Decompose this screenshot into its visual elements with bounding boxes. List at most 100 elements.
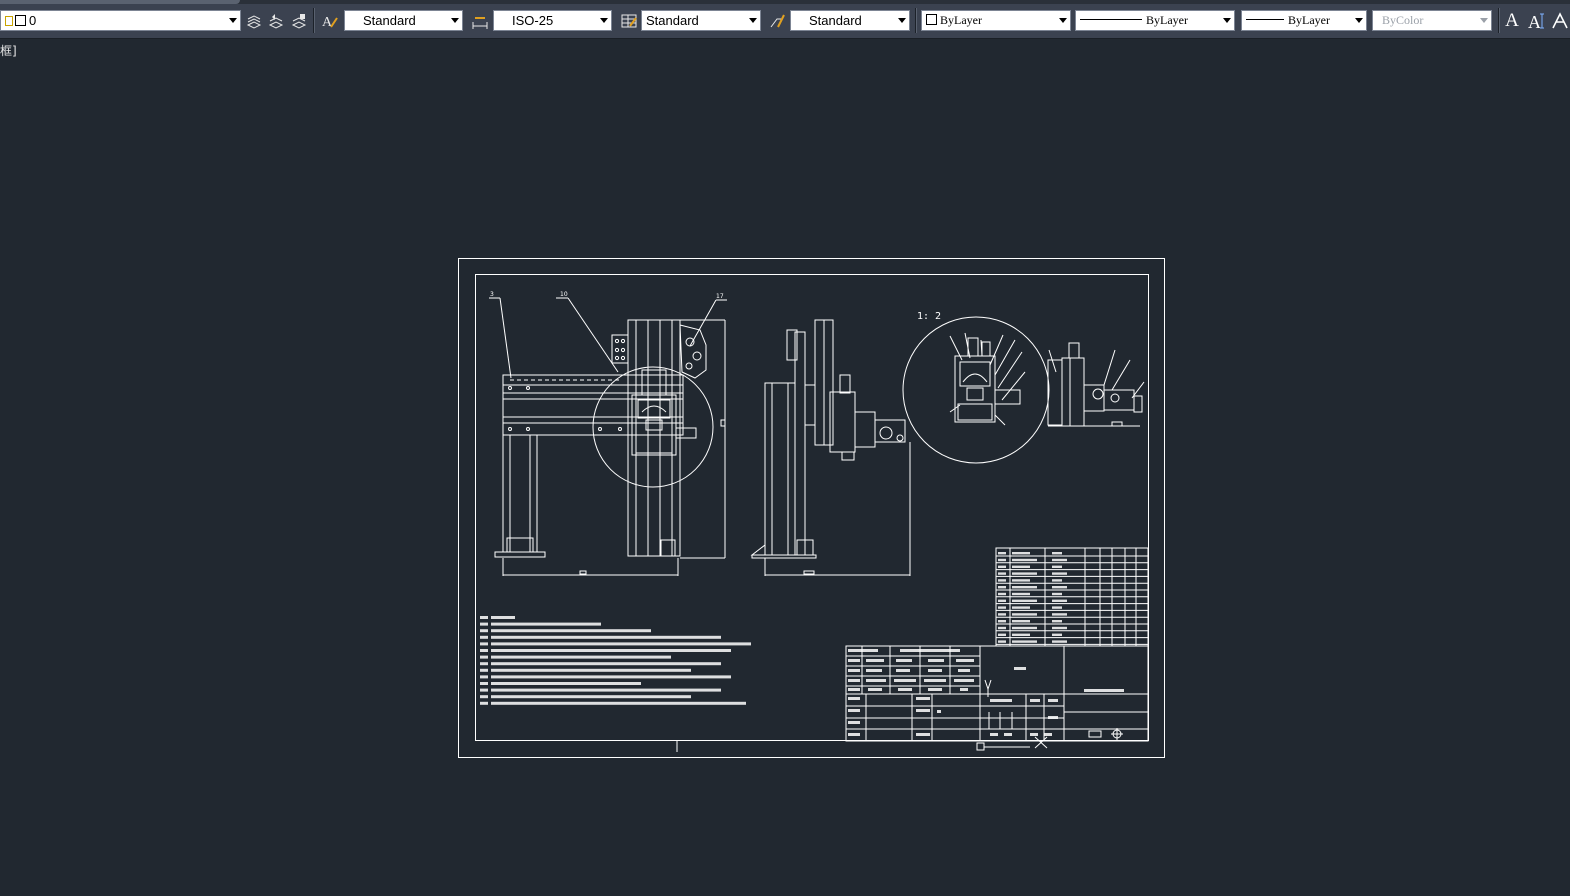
illegible-text — [1012, 599, 1037, 602]
illegible-text — [1052, 613, 1067, 616]
illegible-text — [1012, 640, 1037, 643]
illegible-text — [848, 659, 860, 662]
illegible-text — [954, 679, 974, 682]
illegible-text — [491, 701, 746, 705]
illegible-text — [916, 733, 930, 736]
illegible-text — [848, 679, 860, 682]
illegible-text — [960, 688, 968, 691]
balloon-label-3: 3 — [490, 291, 494, 298]
illegible-text — [491, 668, 691, 672]
illegible-text — [1012, 565, 1030, 568]
illegible-text — [491, 616, 515, 619]
illegible-text — [866, 659, 884, 662]
illegible-text — [480, 635, 488, 639]
illegible-text — [848, 688, 860, 691]
balloon-label-17: 17 — [716, 293, 724, 300]
illegible-text — [491, 655, 671, 659]
illegible-text — [1014, 667, 1026, 670]
illegible-text — [928, 688, 942, 691]
illegible-text — [1048, 699, 1058, 702]
illegible-text — [1052, 640, 1067, 643]
illegible-text — [1052, 552, 1062, 555]
illegible-text — [1052, 565, 1062, 568]
illegible-text — [998, 640, 1006, 643]
illegible-text — [1030, 699, 1040, 702]
illegible-text — [480, 629, 488, 633]
illegible-text — [998, 552, 1006, 555]
illegible-text — [480, 688, 488, 692]
illegible-text — [1052, 572, 1067, 575]
illegible-text — [1012, 586, 1037, 589]
illegible-text — [1052, 633, 1062, 636]
illegible-text — [900, 649, 960, 652]
illegible-text — [480, 642, 488, 646]
illegible-text — [480, 616, 488, 619]
illegible-text — [896, 659, 912, 662]
illegible-text — [990, 733, 998, 736]
side-view — [750, 319, 911, 576]
title-block-text — [848, 649, 1124, 736]
illegible-text — [848, 649, 878, 652]
illegible-text — [998, 586, 1006, 589]
illegible-text — [1012, 552, 1030, 555]
illegible-text — [1004, 733, 1012, 736]
illegible-text — [480, 675, 488, 679]
illegible-text — [998, 613, 1006, 616]
illegible-text — [1044, 733, 1052, 736]
illegible-text — [1052, 579, 1062, 582]
illegible-text — [480, 682, 488, 685]
illegible-text — [1012, 606, 1030, 609]
illegible-text — [480, 622, 488, 626]
illegible-text — [896, 669, 910, 672]
illegible-text — [1052, 606, 1062, 609]
illegible-text — [998, 592, 1006, 596]
illegible-text — [480, 655, 488, 659]
illegible-text — [916, 709, 930, 712]
balloon-label-10: 10 — [560, 291, 568, 298]
illegible-text — [1012, 592, 1030, 596]
illegible-text — [1012, 558, 1037, 562]
illegible-text — [491, 629, 651, 633]
illegible-text — [480, 701, 488, 705]
illegible-text — [480, 695, 488, 699]
illegible-text — [928, 669, 942, 672]
illegible-text — [1012, 572, 1037, 575]
illegible-text — [1052, 586, 1067, 589]
illegible-text — [491, 682, 641, 685]
illegible-text — [956, 659, 974, 662]
illegible-text — [1084, 689, 1124, 692]
illegible-text — [894, 679, 916, 682]
illegible-text — [998, 606, 1006, 609]
illegible-text — [1012, 613, 1037, 616]
illegible-text — [937, 710, 941, 713]
illegible-text — [1052, 626, 1067, 630]
illegible-text — [491, 649, 731, 652]
drawing-canvas[interactable]: 3 10 17 1: 2 — [0, 0, 1570, 896]
illegible-text — [1030, 733, 1038, 736]
illegible-text — [848, 721, 860, 724]
illegible-text — [998, 620, 1006, 623]
detail-view — [902, 316, 1050, 464]
illegible-text — [1048, 716, 1058, 719]
illegible-text — [480, 649, 488, 652]
illegible-text — [998, 626, 1006, 630]
illegible-text — [928, 659, 944, 662]
illegible-text — [491, 635, 721, 639]
illegible-text — [848, 697, 860, 700]
illegible-text — [998, 579, 1006, 582]
illegible-text — [866, 679, 886, 682]
illegible-text — [491, 688, 721, 692]
illegible-text — [1012, 579, 1030, 582]
illegible-text — [868, 688, 882, 691]
illegible-text — [848, 733, 860, 736]
illegible-text — [491, 622, 601, 626]
detail-scale-label: 1: 2 — [917, 311, 941, 322]
front-view — [489, 297, 727, 576]
illegible-text — [1012, 626, 1037, 630]
illegible-text — [491, 695, 691, 699]
illegible-text — [998, 565, 1006, 568]
illegible-text — [1052, 558, 1067, 562]
illegible-text — [480, 662, 488, 666]
illegible-text — [866, 669, 882, 672]
illegible-text — [1012, 620, 1030, 623]
